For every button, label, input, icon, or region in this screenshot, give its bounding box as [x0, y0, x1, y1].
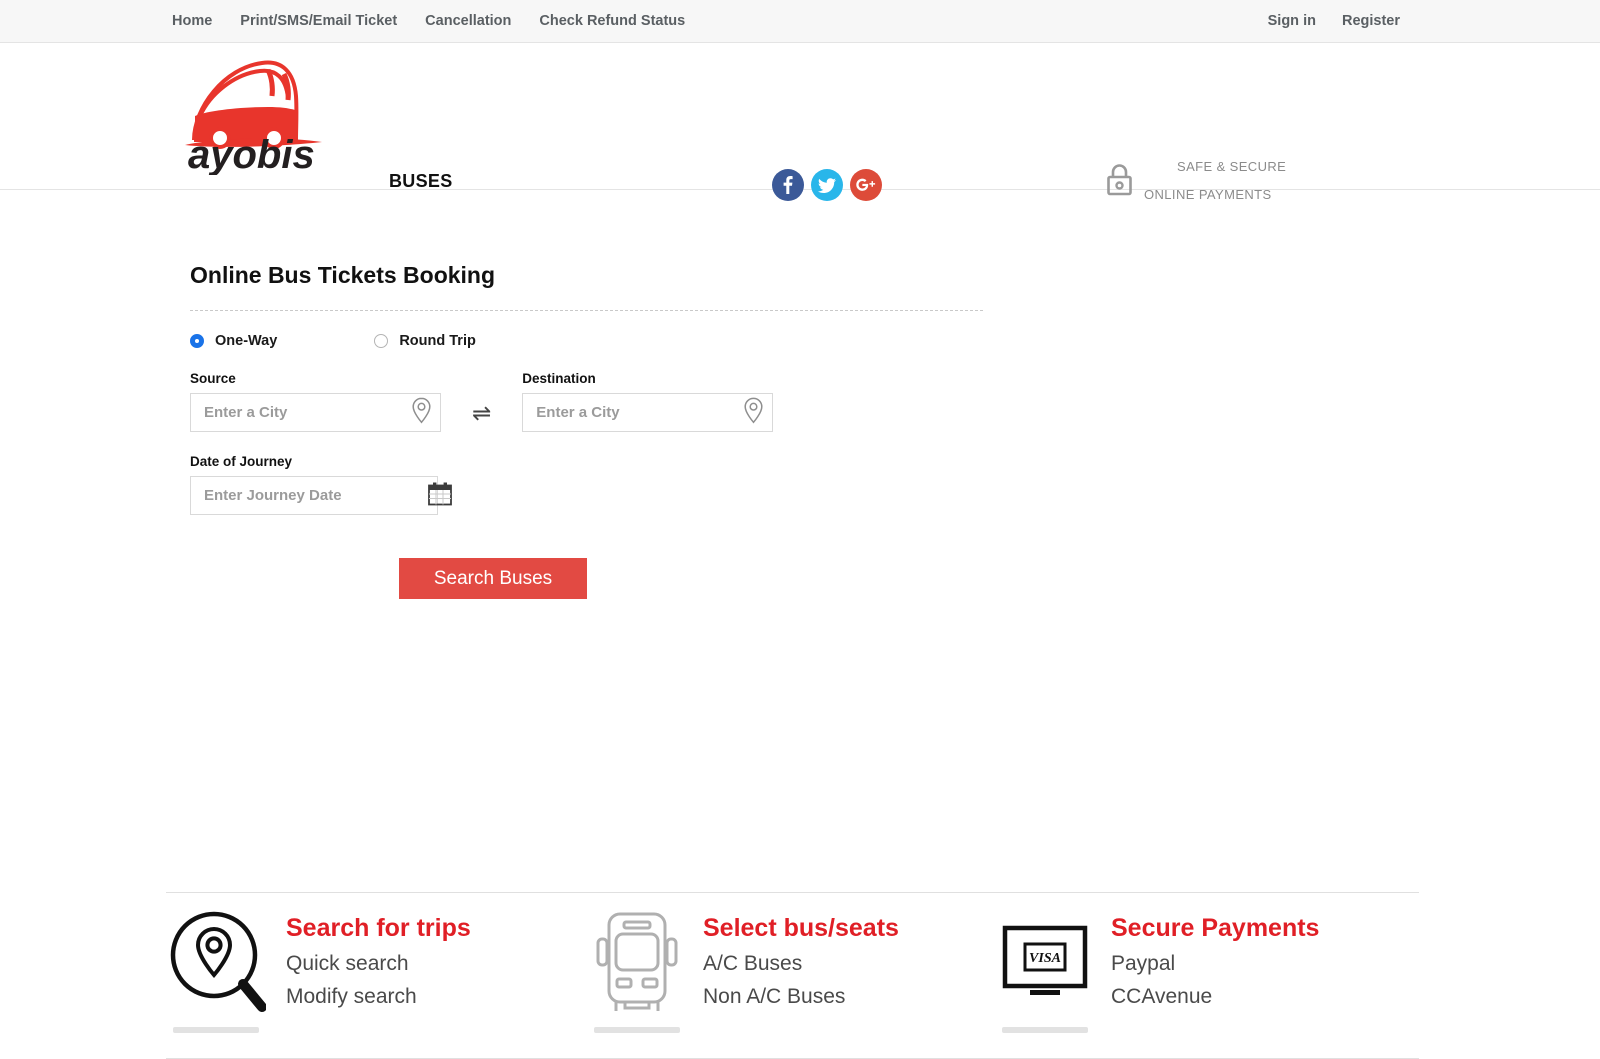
logo-wordmark: ayobis — [188, 133, 315, 175]
top-nav-links: Home Print/SMS/Email Ticket Cancellation… — [172, 13, 685, 29]
trip-type-one-way[interactable]: One-Way — [190, 333, 277, 349]
feature-title: Secure Payments — [1111, 914, 1320, 942]
feature-line-2: Modify search — [286, 984, 417, 1008]
register-link[interactable]: Register — [1342, 13, 1400, 29]
trip-type-group: One-Way Round Trip — [190, 333, 990, 349]
feature-line-2: CCAvenue — [1111, 984, 1213, 1008]
facebook-glyph — [783, 176, 793, 194]
journey-date-input[interactable] — [191, 477, 437, 514]
round-trip-radio[interactable] — [374, 334, 389, 348]
source-input-box[interactable] — [190, 393, 441, 432]
page-title: Online Bus Tickets Booking — [190, 262, 496, 288]
monitor-visa-icon: VISA — [999, 906, 1091, 1033]
one-way-label: One-Way — [215, 333, 278, 349]
nav-home[interactable]: Home — [172, 13, 212, 29]
bus-logo-icon: ayobis — [185, 60, 322, 175]
nav-check-refund-status[interactable]: Check Refund Status — [539, 13, 685, 29]
search-location-icon — [166, 906, 267, 1033]
features-strip: Search for trips Quick search Modify sea… — [166, 906, 1419, 1033]
secure-line-1: SAFE & SECURE — [1177, 159, 1287, 174]
feature-line-2: Non A/C Buses — [703, 984, 846, 1008]
nav-print-sms-email-ticket[interactable]: Print/SMS/Email Ticket — [240, 13, 397, 29]
site-header: ayobis BUSES SAFE & SECURE ONLINE PAYMEN… — [0, 43, 1600, 202]
round-trip-label: Round Trip — [399, 333, 476, 349]
twitter-icon[interactable] — [811, 169, 843, 201]
swap-arrows-icon[interactable]: ⇌ — [472, 402, 491, 425]
icon-shadow — [594, 1027, 680, 1033]
site-logo[interactable]: ayobis — [176, 50, 336, 175]
booking-form: Online Bus Tickets Booking One-Way Round… — [190, 262, 990, 599]
icon-shadow — [173, 1027, 259, 1033]
features-top-divider — [166, 892, 1419, 893]
one-way-radio[interactable] — [190, 334, 204, 348]
feature-line-1: Quick search — [286, 951, 409, 975]
title-divider — [190, 310, 983, 311]
feature-select-bus-seats: Select bus/seats A/C Buses Non A/C Buses — [591, 906, 999, 1033]
google-plus-icon[interactable] — [850, 169, 882, 201]
destination-input[interactable] — [523, 394, 773, 431]
source-input[interactable] — [191, 394, 440, 431]
secure-line-2: ONLINE PAYMENTS — [1144, 187, 1272, 202]
feature-secure-payments: VISA Secure Payments Paypal CCAvenue — [999, 906, 1320, 1033]
destination-label: Destination — [522, 371, 596, 386]
route-fields: Source ⇌ Destination — [190, 371, 990, 432]
google-plus-glyph — [856, 178, 876, 191]
source-field-group: Source — [190, 371, 441, 432]
facebook-icon[interactable] — [772, 169, 804, 201]
account-links: Sign in Register — [1268, 13, 1600, 29]
feature-line-1: A/C Buses — [703, 951, 803, 975]
feature-title: Search for trips — [286, 914, 471, 942]
source-label: Source — [190, 371, 236, 386]
top-utility-bar: Home Print/SMS/Email Ticket Cancellation… — [0, 0, 1600, 43]
trip-type-round-trip[interactable]: Round Trip — [374, 333, 476, 349]
icon-shadow — [1002, 1027, 1088, 1033]
svg-text:VISA: VISA — [1029, 951, 1061, 966]
destination-input-box[interactable] — [522, 393, 774, 432]
date-field-row: Date of Journey — [190, 454, 990, 515]
bus-front-icon — [591, 906, 683, 1033]
feature-line-1: Paypal — [1111, 951, 1176, 975]
date-field-group: Date of Journey — [190, 454, 452, 515]
date-label: Date of Journey — [190, 454, 293, 469]
search-buses-button[interactable]: Search Buses — [399, 558, 587, 599]
feature-search-for-trips: Search for trips Quick search Modify sea… — [166, 906, 591, 1033]
twitter-glyph — [818, 177, 836, 193]
feature-title: Select bus/seats — [703, 914, 899, 942]
secure-payments-badge: SAFE & SECURE ONLINE PAYMENTS — [1106, 159, 1286, 202]
calendar-icon[interactable] — [427, 480, 453, 511]
destination-field-group: Destination — [522, 371, 774, 432]
lock-icon — [1106, 163, 1133, 201]
nav-cancellation[interactable]: Cancellation — [425, 13, 511, 29]
section-label-buses: BUSES — [389, 171, 453, 191]
social-links — [772, 169, 882, 201]
sign-in-link[interactable]: Sign in — [1268, 13, 1316, 29]
date-input-box[interactable] — [190, 476, 452, 515]
